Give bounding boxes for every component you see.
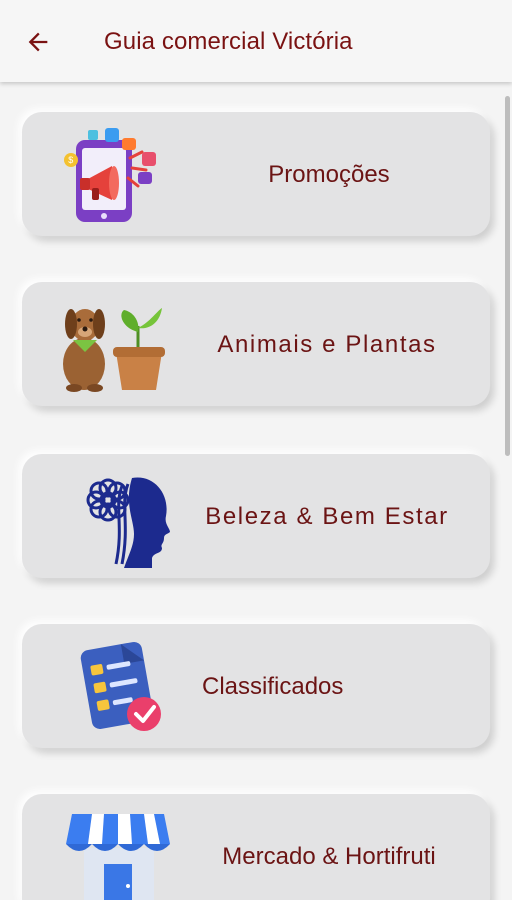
svg-text:$: $	[68, 155, 73, 165]
category-list: $ Promoções Animais e Plantas Beleza & B…	[0, 82, 512, 900]
category-card-promocoes[interactable]: $ Promoções	[22, 112, 490, 236]
category-card-classificados[interactable]: Classificados	[22, 624, 490, 748]
market-stall-icon	[58, 804, 170, 900]
checklist-icon	[58, 634, 170, 738]
category-label: Animais e Plantas	[217, 330, 437, 358]
megaphone-phone-icon: $	[58, 122, 170, 226]
category-label: Beleza & Bem Estar	[205, 502, 449, 530]
dog-and-plant-icon	[58, 292, 170, 396]
flower-face-icon	[58, 464, 170, 568]
category-label: Classificados	[202, 672, 344, 700]
arrow-left-icon	[28, 32, 48, 52]
category-label: Mercado & Hortifruti	[222, 842, 436, 870]
app-bar: Guia comercial Victória	[0, 0, 512, 82]
back-button[interactable]	[18, 22, 58, 62]
category-card-animais-plantas[interactable]: Animais e Plantas	[22, 282, 490, 406]
category-label: Promoções	[268, 160, 390, 188]
category-card-mercado-hortifruti[interactable]: Mercado & Hortifruti	[22, 794, 490, 900]
category-card-beleza-bem-estar[interactable]: Beleza & Bem Estar	[22, 454, 490, 578]
scrollbar[interactable]	[505, 96, 510, 456]
page-title: Guia comercial Victória	[104, 28, 353, 55]
